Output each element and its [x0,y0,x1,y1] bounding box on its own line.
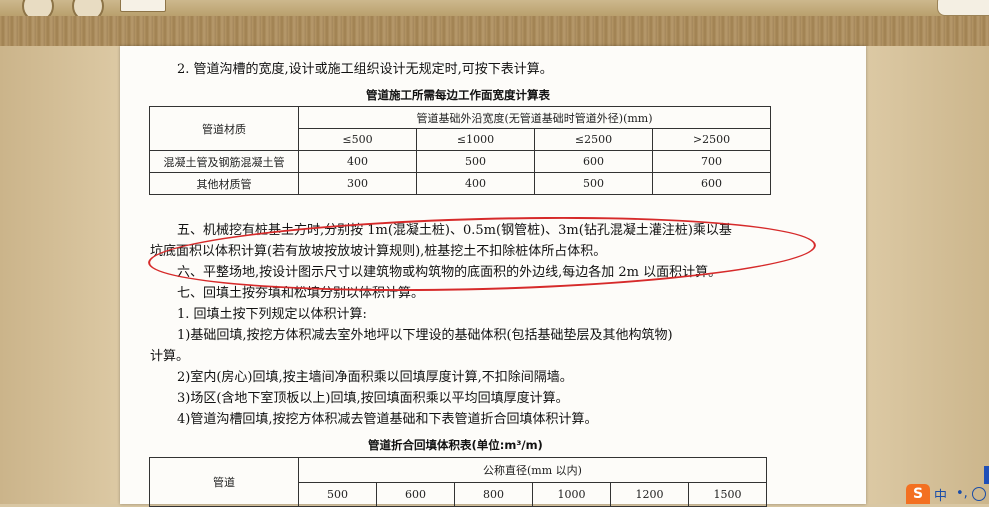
reader-left-margin [0,46,120,504]
sub1-line2: 计算。 [150,349,190,364]
sub3-line: 3)场区(含地下室顶板以上)回填,按回填面积乘以平均回填厚度计算。 [177,391,569,406]
ime-punctuation-toggle[interactable]: •, [956,486,968,501]
table1-cell: 400 [298,150,417,173]
table1-cell: 700 [652,150,771,173]
table2-col-header: 1200 [610,481,689,507]
toolbar-right-control[interactable] [937,0,989,16]
table1-col-header: ≤500 [298,128,417,151]
table1-cell: 300 [298,172,417,195]
wood-header-bar [0,16,989,47]
intro-line: 2. 管道沟槽的宽度,设计或施工组织设计无规定时,可按下表计算。 [177,62,553,77]
toolbar [0,0,989,22]
table2-corner-header: 管道 [149,457,299,507]
table1-material-cell: 其他材质管 [149,172,299,195]
table1-group-header: 管道基础外沿宽度(无管道基础时管道外径)(mm) [298,106,771,129]
table1-cell: 600 [534,150,653,173]
table1: 管道材质 管道基础外沿宽度(无管道基础时管道外径)(mm) ≤500 ≤1000… [149,106,771,195]
table2: 管道 公称直径(mm 以内) 500 600 800 1000 1200 150… [149,457,767,507]
table1-cell: 600 [652,172,771,195]
sub1-line1: 1)基础回填,按挖方体积减去室外地坪以下埋设的基础体积(包括基础垫层及其他构筑物… [177,328,673,343]
ime-tray[interactable]: S 中 •, [906,484,989,504]
sub2-line: 2)室内(房心)回填,按主墙间净面积乘以回填厚度计算,不扣除间隔墙。 [177,370,573,385]
table1-cell: 500 [534,172,653,195]
table2-col-header: 1500 [688,481,767,507]
table2-group-header: 公称直径(mm 以内) [298,457,767,483]
table1-cell: 500 [416,150,535,173]
item1-line: 1. 回填土按下列规定以体积计算: [177,307,367,322]
ime-language-toggle[interactable]: 中 [934,485,947,504]
edge-widget [984,466,989,484]
table2-col-header: 500 [298,481,377,507]
table-row: 其他材质管 300 400 500 600 [149,172,771,195]
table2-caption: 管道折合回填体积表(单位:m³/m) [368,438,543,452]
table1-material-cell: 混凝土管及钢筋混凝土管 [149,150,299,173]
table2-col-header: 600 [376,481,455,507]
table-row: 混凝土管及钢筋混凝土管 400 500 600 700 [149,150,771,173]
table1-col-header: ≤1000 [416,128,535,151]
table1-caption: 管道施工所需每边工作面宽度计算表 [366,88,550,102]
reader-right-margin [866,46,989,504]
table1-cell: 400 [416,172,535,195]
table1-col-header: >2500 [652,128,771,151]
sogou-ime-icon[interactable]: S [906,484,930,504]
sub4-line: 4)管道沟槽回填,按挖方体积减去管道基础和下表管道折合回填体积计算。 [177,412,598,427]
page-number-input[interactable] [120,0,166,12]
table2-col-header: 1000 [532,481,611,507]
table2-col-header: 800 [454,481,533,507]
table1-col-header: ≤2500 [534,128,653,151]
ime-emoji-icon[interactable] [972,487,986,501]
table1-corner-header: 管道材质 [149,106,299,151]
